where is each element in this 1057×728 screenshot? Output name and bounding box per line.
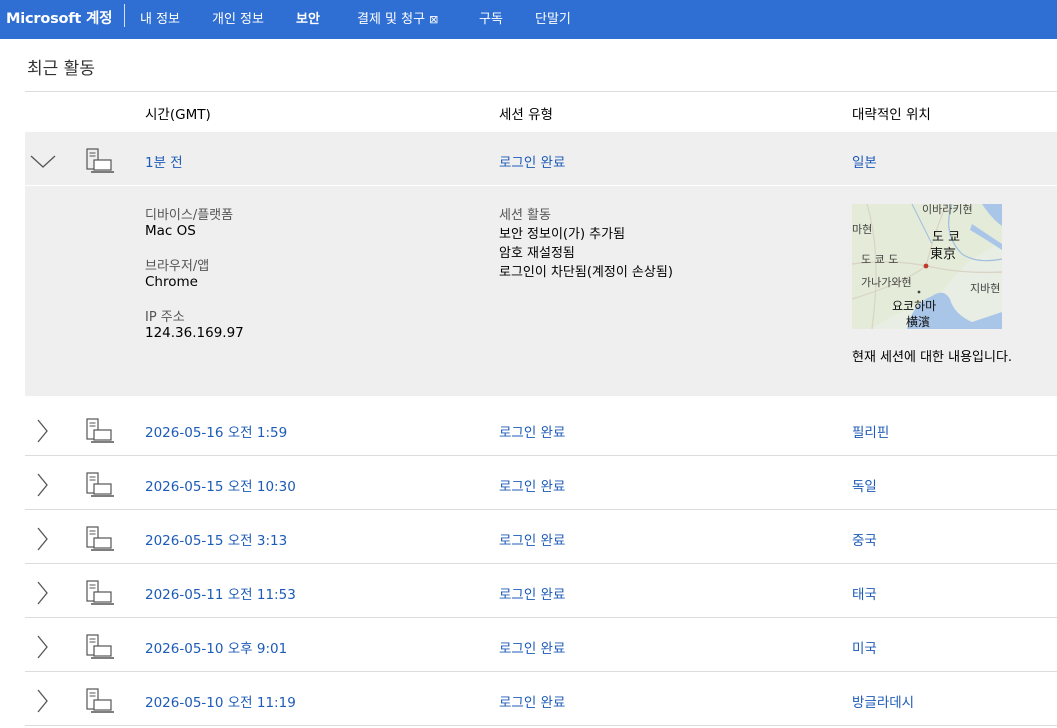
page-title: 최근 활동 xyxy=(27,59,95,79)
nav-item-subscriptions[interactable]: 구독 xyxy=(479,8,503,27)
location-map[interactable]: 이바라키현 마현 도 쿄 東京 도 쿄 도 가나가와현 지바현 요코하마 横濱 xyxy=(852,204,1002,329)
nav-divider xyxy=(124,4,125,27)
chevron-right-icon[interactable] xyxy=(28,686,58,716)
session-activity-item: 보안 정보이(가) 추가됨 xyxy=(499,227,626,242)
ip-address-label: IP 주소 xyxy=(145,310,185,325)
device-platform-value: Mac OS xyxy=(145,223,196,239)
device-icon xyxy=(86,472,114,497)
column-header-session-type: 세션 유형 xyxy=(499,107,553,123)
chevron-down-icon[interactable] xyxy=(28,146,58,176)
row-session-type[interactable]: 로그인 완료 xyxy=(499,475,565,495)
row-time[interactable]: 2026-05-15 오전 3:13 xyxy=(145,529,287,549)
session-activity-item: 암호 재설정됨 xyxy=(499,246,575,261)
nav-item-security[interactable]: 보안 xyxy=(296,8,320,27)
row-location[interactable]: 태국 xyxy=(852,583,877,603)
activity-row[interactable]: 2026-05-15 오전 10:30 로그인 완료 독일 xyxy=(25,456,1057,509)
chevron-right-icon[interactable] xyxy=(28,416,58,446)
device-icon xyxy=(86,418,114,443)
chevron-right-icon[interactable] xyxy=(28,524,58,554)
row-location[interactable]: 중국 xyxy=(852,529,877,549)
row-time[interactable]: 1분 전 xyxy=(145,151,183,171)
activity-row[interactable]: 1분 전 로그인 완료 일본 xyxy=(25,132,1057,185)
row-divider xyxy=(25,725,1057,726)
activity-row[interactable]: 2026-05-11 오전 11:53 로그인 완료 태국 xyxy=(25,564,1057,617)
row-location[interactable]: 미국 xyxy=(852,637,877,657)
device-icon xyxy=(86,526,114,551)
activity-row[interactable]: 2026-05-15 오전 3:13 로그인 완료 중국 xyxy=(25,510,1057,563)
column-header-time: 시간(GMT) xyxy=(145,107,211,123)
device-icon xyxy=(86,634,114,659)
session-activity-item: 로그인이 차단됨(계정이 손상됨) xyxy=(499,265,673,280)
row-time[interactable]: 2026-05-16 오전 1:59 xyxy=(145,421,287,441)
map-label: 도 쿄 도 xyxy=(861,253,898,266)
top-nav-bar: Microsoft 계정 내 정보 개인 정보 보안 결제 및 청구 ⊠ 구독 단… xyxy=(0,0,1057,39)
nav-item-devices[interactable]: 단말기 xyxy=(535,8,571,27)
row-time[interactable]: 2026-05-11 오전 11:53 xyxy=(145,583,296,603)
map-label: 지바현 xyxy=(970,282,1000,295)
row-location[interactable]: 일본 xyxy=(852,151,877,171)
ip-address-value: 124.36.169.97 xyxy=(145,325,244,341)
row-session-type[interactable]: 로그인 완료 xyxy=(499,583,565,603)
external-link-icon: ⊠ xyxy=(429,13,439,26)
map-label: 도 쿄 xyxy=(932,230,960,245)
browser-value: Chrome xyxy=(145,274,198,290)
row-session-type[interactable]: 로그인 완료 xyxy=(499,151,565,171)
chevron-right-icon[interactable] xyxy=(28,578,58,608)
nav-item-my-info[interactable]: 내 정보 xyxy=(140,8,180,27)
current-session-note: 현재 세션에 대한 내용입니다. xyxy=(852,350,1013,365)
activity-row[interactable]: 2026-05-16 오전 1:59 로그인 완료 필리핀 xyxy=(25,402,1057,455)
device-icon xyxy=(86,148,114,173)
column-header-location: 대략적인 위치 xyxy=(852,107,931,123)
row-location[interactable]: 방글라데시 xyxy=(852,691,914,711)
activity-row[interactable]: 2026-05-10 오전 11:19 로그인 완료 방글라데시 xyxy=(25,672,1057,725)
chevron-right-icon[interactable] xyxy=(28,632,58,662)
map-label: 가나가와현 xyxy=(861,276,912,289)
table-top-divider xyxy=(25,91,1057,92)
brand-link[interactable]: Microsoft 계정 xyxy=(6,7,112,28)
activity-row[interactable]: 2026-05-10 오후 9:01 로그인 완료 미국 xyxy=(25,618,1057,671)
map-label: 요코하마 xyxy=(892,299,936,313)
nav-item-privacy[interactable]: 개인 정보 xyxy=(212,8,264,27)
map-label: 横濱 xyxy=(906,315,930,329)
nav-item-billing[interactable]: 결제 및 청구 ⊠ xyxy=(357,8,438,27)
row-time[interactable]: 2026-05-10 오후 9:01 xyxy=(145,637,287,657)
row-location[interactable]: 독일 xyxy=(852,475,877,495)
row-session-type[interactable]: 로그인 완료 xyxy=(499,529,565,549)
map-label: 東京 xyxy=(930,246,956,262)
row-time[interactable]: 2026-05-10 오전 11:19 xyxy=(145,691,296,711)
device-icon xyxy=(86,688,114,713)
map-label: 이바라키현 xyxy=(922,204,973,216)
device-icon xyxy=(86,580,114,605)
browser-label: 브라우저/앱 xyxy=(145,259,210,274)
session-activity-label: 세션 활동 xyxy=(499,208,551,223)
row-session-type[interactable]: 로그인 완료 xyxy=(499,637,565,657)
row-session-type[interactable]: 로그인 완료 xyxy=(499,421,565,441)
chevron-right-icon[interactable] xyxy=(28,470,58,500)
row-session-type[interactable]: 로그인 완료 xyxy=(499,691,565,711)
device-platform-label: 디바이스/플랫폼 xyxy=(145,208,234,223)
row-time[interactable]: 2026-05-15 오전 10:30 xyxy=(145,475,296,495)
row-location[interactable]: 필리핀 xyxy=(852,421,889,441)
map-label: 마현 xyxy=(852,223,872,236)
nav-item-billing-label: 결제 및 청구 xyxy=(357,12,426,27)
session-detail-panel: 디바이스/플랫폼 Mac OS 브라우저/앱 Chrome IP 주소 124.… xyxy=(25,186,1057,396)
